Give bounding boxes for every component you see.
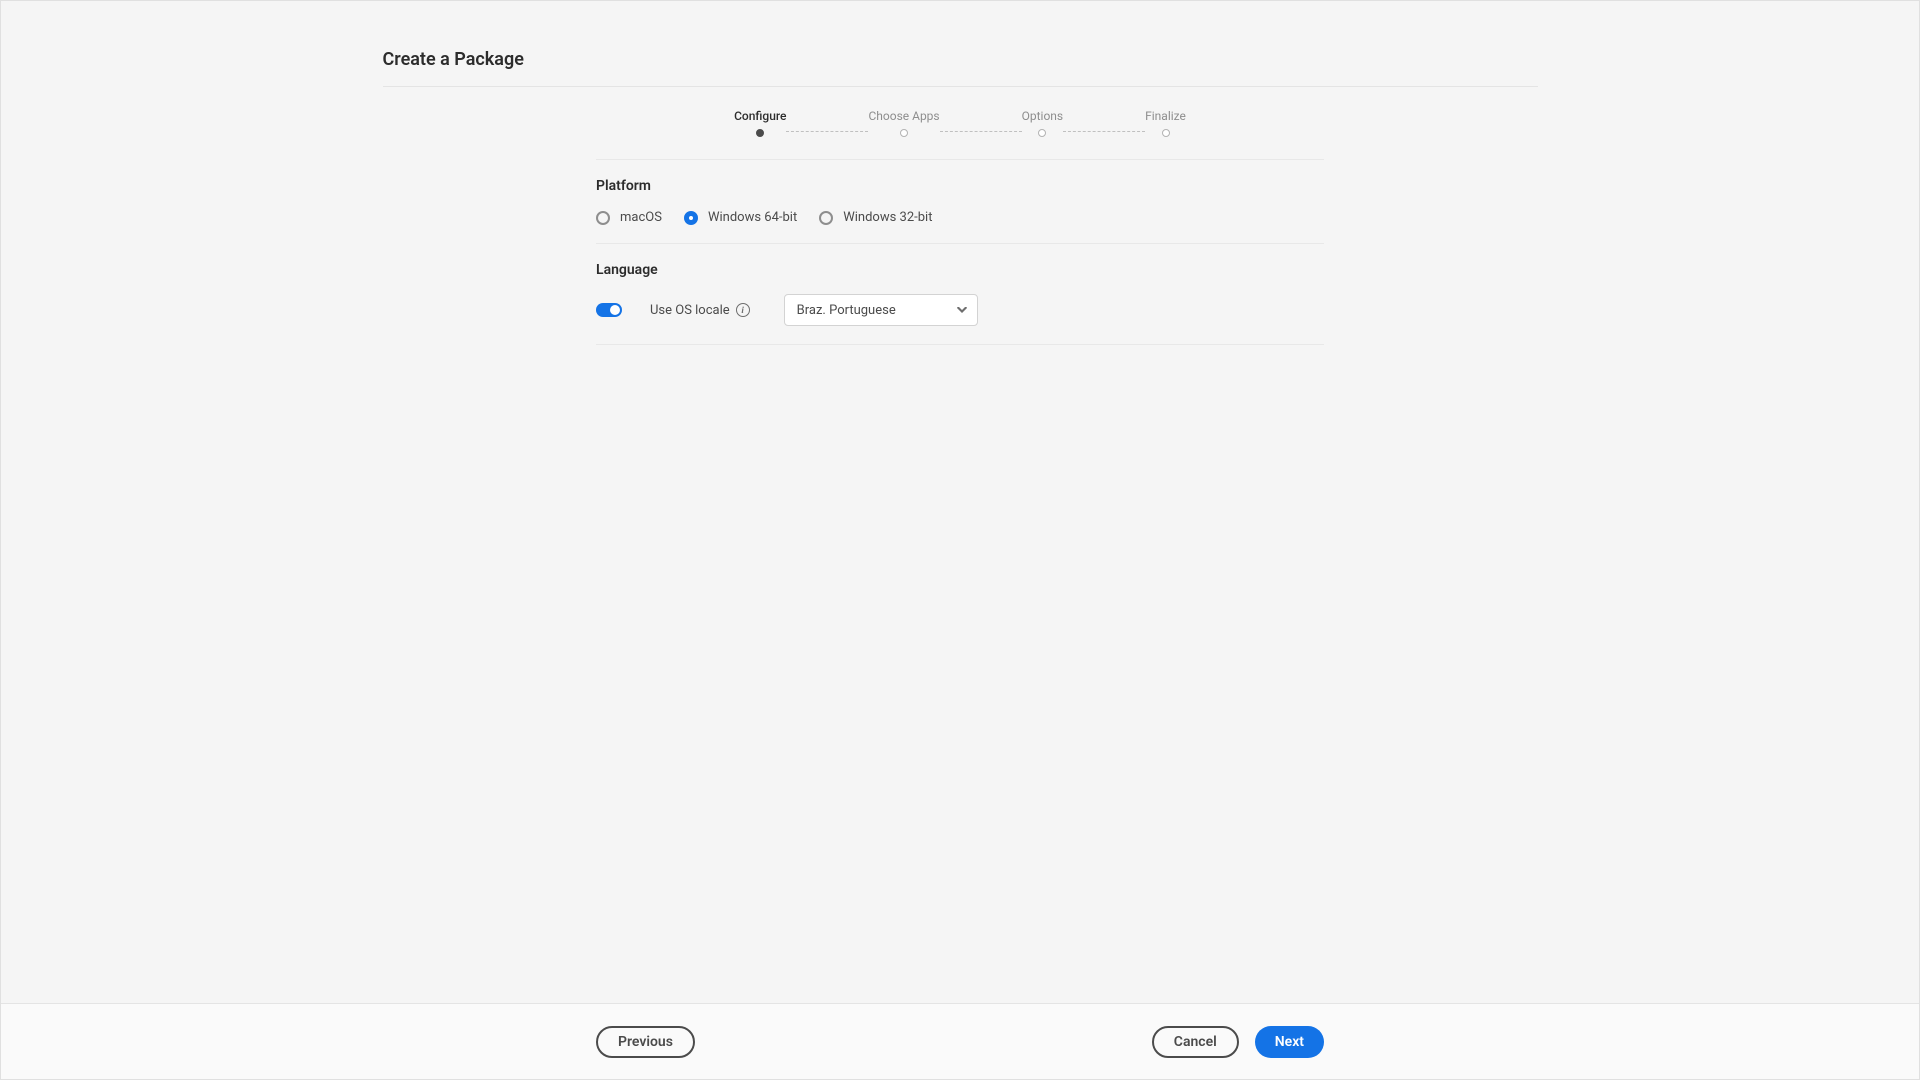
wizard-stepper: Configure Choose Apps Options Finalize [383, 109, 1538, 137]
platform-section: Platform macOS Windows 64-bit Windows 32… [596, 159, 1324, 244]
platform-radio-windows-32[interactable]: Windows 32-bit [819, 210, 932, 225]
platform-title: Platform [596, 178, 1324, 194]
step-finalize[interactable]: Finalize [1145, 109, 1186, 137]
dropdown-value: Braz. Portuguese [797, 303, 896, 318]
radio-icon [819, 211, 833, 225]
platform-radio-macos[interactable]: macOS [596, 210, 662, 225]
radio-icon [684, 211, 698, 225]
info-icon[interactable]: i [736, 303, 750, 317]
cancel-button[interactable]: Cancel [1152, 1026, 1239, 1058]
toggle-knob-icon [610, 305, 620, 315]
step-options[interactable]: Options [1022, 109, 1064, 137]
step-label: Finalize [1145, 109, 1186, 123]
radio-label: macOS [620, 210, 662, 225]
step-label: Configure [734, 109, 786, 123]
previous-button[interactable]: Previous [596, 1026, 695, 1058]
use-os-locale-toggle[interactable] [596, 303, 622, 317]
step-connector-icon [786, 131, 868, 132]
step-connector-icon [940, 131, 1022, 132]
language-section: Language Use OS locale i Braz. Portugues… [596, 244, 1324, 345]
step-label: Options [1022, 109, 1064, 123]
step-label: Choose Apps [868, 109, 939, 123]
step-configure[interactable]: Configure [734, 109, 786, 137]
step-choose-apps[interactable]: Choose Apps [868, 109, 939, 137]
language-dropdown[interactable]: Braz. Portuguese [784, 294, 978, 326]
step-dot-icon [1038, 129, 1046, 137]
radio-label: Windows 32-bit [843, 210, 932, 225]
step-dot-icon [900, 129, 908, 137]
next-button[interactable]: Next [1255, 1026, 1324, 1058]
platform-radio-windows-64[interactable]: Windows 64-bit [684, 210, 797, 225]
radio-icon [596, 211, 610, 225]
step-dot-icon [756, 129, 764, 137]
use-os-locale-label: Use OS locale [650, 303, 730, 318]
page-title: Create a Package [383, 49, 1538, 87]
step-connector-icon [1063, 131, 1145, 132]
step-dot-icon [1162, 129, 1170, 137]
chevron-down-icon [957, 305, 967, 315]
language-title: Language [596, 262, 1324, 278]
footer-bar: Previous Cancel Next [1, 1003, 1919, 1079]
radio-label: Windows 64-bit [708, 210, 797, 225]
